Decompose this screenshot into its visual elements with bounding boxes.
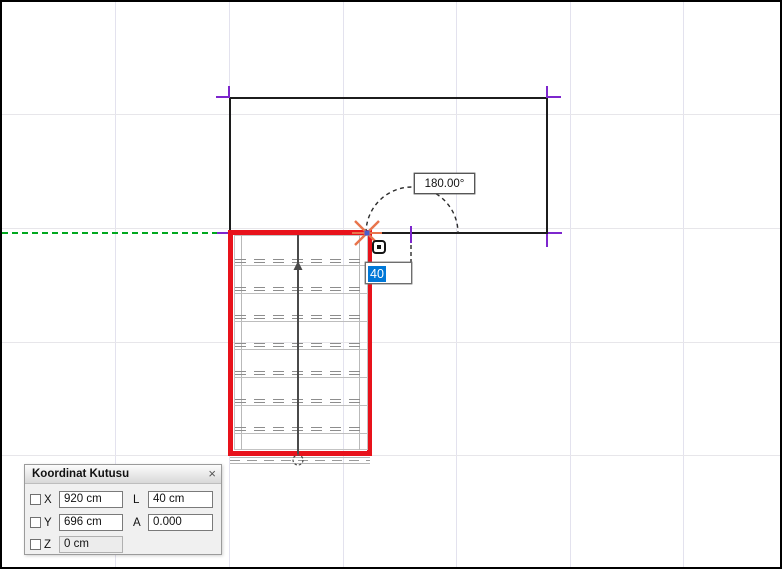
panel-title: Koordinat Kutusu	[32, 468, 130, 480]
stair-tread	[235, 265, 367, 266]
cad-canvas[interactable]: 180.00° 40 Koordinat Kutusu × X 920 cm L…	[0, 0, 782, 569]
stair-tread-dash	[235, 315, 367, 316]
stair-tread	[235, 377, 367, 378]
endpoint-marker	[546, 234, 548, 247]
stair-tread-dash	[235, 374, 367, 375]
checkbox-y[interactable]	[30, 517, 41, 528]
panel-title-bar[interactable]: Koordinat Kutusu ×	[25, 465, 221, 484]
node-snap-icon	[372, 240, 386, 254]
stair-bottom-edge	[230, 457, 370, 458]
endpoint-marker	[548, 232, 562, 234]
stair-tread	[235, 433, 367, 434]
gridline-vertical	[683, 2, 684, 567]
stair-walk-line	[297, 235, 299, 454]
checkbox-x[interactable]	[30, 494, 41, 505]
stair-tread-dash	[235, 346, 367, 347]
length-input[interactable]: 40	[365, 262, 412, 284]
checkbox-z[interactable]	[30, 539, 41, 550]
stair-tread-dash	[235, 318, 367, 319]
stair-bottom-dash	[230, 460, 370, 461]
stair-tread-dash	[235, 402, 367, 403]
angle-readout-text: 180.00°	[424, 177, 465, 190]
stair-tread-dash	[235, 287, 367, 288]
label-l: L	[133, 494, 140, 506]
endpoint-marker	[216, 96, 229, 98]
stair-tread	[235, 321, 367, 322]
angle-readout: 180.00°	[414, 173, 475, 194]
gridline-horizontal	[2, 342, 780, 343]
slab-outline-rect	[229, 97, 548, 234]
guide-line-green	[2, 232, 229, 234]
field-a[interactable]: 0.000	[148, 514, 213, 531]
stair-tread	[235, 293, 367, 294]
stair-tread	[235, 405, 367, 406]
gridline-vertical	[570, 2, 571, 567]
stair-tread-dash	[235, 290, 367, 291]
stair-tread-dash	[235, 262, 367, 263]
gridline-horizontal	[2, 455, 780, 456]
midpoint-marker	[410, 226, 412, 243]
stair-tread-dash	[235, 371, 367, 372]
stair-bottom-edge	[230, 463, 370, 464]
label-a: A	[133, 517, 141, 529]
field-x[interactable]: 920 cm	[59, 491, 123, 508]
close-icon[interactable]: ×	[208, 467, 216, 481]
label-x: X	[44, 494, 52, 506]
label-z: Z	[44, 539, 52, 551]
stair-tread-dash	[235, 399, 367, 400]
field-l[interactable]: 40 cm	[148, 491, 213, 508]
length-input-selected-text: 40	[368, 266, 386, 282]
gridline-vertical	[456, 2, 457, 567]
stair-tread-dash	[235, 259, 367, 260]
coordinate-box-panel[interactable]: Koordinat Kutusu × X 920 cm L 40 cm Y 69…	[24, 464, 222, 555]
stair-tread-dash	[235, 427, 367, 428]
field-y[interactable]: 696 cm	[59, 514, 123, 531]
stair-tread	[235, 349, 367, 350]
label-y: Y	[44, 517, 52, 529]
node-snap-dot	[377, 245, 381, 249]
endpoint-marker	[548, 96, 561, 98]
stair-tread-dash	[235, 430, 367, 431]
field-z: 0 cm	[59, 536, 123, 553]
stair-tread-dash	[235, 343, 367, 344]
